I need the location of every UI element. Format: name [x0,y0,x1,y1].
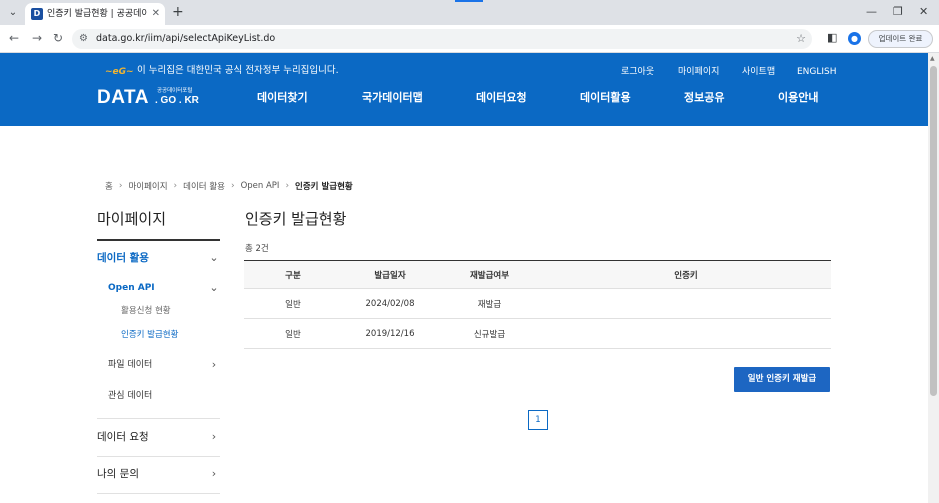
site-logo-domain: . GO . KR [155,95,199,106]
cell-type: 일반 [285,329,301,340]
gnb-data-use[interactable]: 데이터활용 [580,90,631,106]
column-header-issue-date: 발급일자 [374,270,406,281]
side-panel-icon[interactable]: ◧ [827,30,837,46]
browser-tab-bar: ⌄ D 인증키 발급현황 | 공공데이터포 ✕ + — ❐ ✕ [0,0,939,25]
sidebar-item-interest-data[interactable]: 관심 데이터 [108,389,152,403]
forward-arrow-icon[interactable]: → [32,30,42,46]
auth-key-table: 구분 발급일자 재발급여부 인증키 일반 2024/02/08 재발급 일반 2… [244,260,831,349]
total-count: 총 2건 [245,244,269,254]
site-favicon-icon: D [31,8,43,20]
reload-icon[interactable]: ↻ [53,30,63,46]
gov-notice-text: 이 누리집은 대한민국 공식 전자정부 누리집입니다. [137,65,339,76]
bookmark-star-icon[interactable]: ☆ [796,31,806,47]
gnb-info-share[interactable]: 정보공유 [684,90,724,106]
cell-auth-key[interactable] [541,289,831,318]
browser-toolbar: ← → ↻ ⚙ data.go.kr/iim/api/selectApiKeyL… [0,25,939,53]
column-header-auth-key: 인증키 [674,270,698,281]
chevron-right-icon[interactable]: › [208,431,220,443]
cell-reissue-status: 재발급 [477,299,502,310]
breadcrumb-data-use[interactable]: 데이터 활용 [183,180,225,192]
english-link[interactable]: ENGLISH [797,65,837,79]
egov-logo-icon: ~eG~ [105,67,134,77]
scrollbar-thumb[interactable] [930,66,937,396]
chevron-down-icon[interactable]: ⌄ [208,282,220,294]
gnb-data-request[interactable]: 데이터요청 [476,90,527,106]
cell-auth-key[interactable] [541,319,831,348]
site-logo-subtitle: 공공데이터포털 [157,88,193,94]
back-arrow-icon[interactable]: ← [9,30,19,46]
breadcrumb: 홈 › 마이페이지 › 데이터 활용 › Open API › 인증키 발급현황 [105,179,353,193]
page-title: 인증키 발급현황 [245,210,347,228]
table-row: 일반 2024/02/08 재발급 [244,289,831,319]
breadcrumb-mypage[interactable]: 마이페이지 [128,180,167,192]
chevron-right-icon[interactable]: › [208,359,220,371]
gnb-find-data[interactable]: 데이터찾기 [257,90,308,106]
reissue-general-key-button[interactable]: 일반 인증키 재발급 [734,367,830,392]
sidebar-item-open-api[interactable]: Open API [108,281,155,295]
window-close-icon[interactable]: ✕ [919,4,928,20]
address-bar[interactable]: ⚙ data.go.kr/iim/api/selectApiKeyList.do… [72,29,812,49]
pagination-page-1[interactable]: 1 [528,410,548,430]
tab-strip-accent [455,0,483,2]
page-scrollbar[interactable]: ▲ [928,53,939,503]
sidebar-title: 마이페이지 [97,210,167,228]
browser-tab-active[interactable]: D 인증키 발급현황 | 공공데이터포 ✕ [25,3,165,25]
chevron-right-icon: › [173,181,178,191]
sidebar-divider [97,456,220,457]
profile-avatar-icon[interactable]: ● [848,32,861,45]
cell-issue-date: 2019/12/16 [365,328,415,339]
chevron-right-icon[interactable]: › [208,468,220,480]
site-logo[interactable]: DATA [97,87,149,109]
sitemap-link[interactable]: 사이트맵 [742,65,775,79]
cell-type: 일반 [285,299,301,310]
site-header: ~eG~ 이 누리집은 대한민국 공식 전자정부 누리집입니다. 로그아웃 마이… [0,53,928,126]
sidebar-item-file-data[interactable]: 파일 데이터 [108,358,152,372]
update-complete-button[interactable]: 업데이트 완료 [868,30,933,48]
sidebar-item-usage-applications[interactable]: 활용신청 현황 [121,304,171,318]
sidebar-title-divider [97,239,220,241]
sidebar-item-data-use[interactable]: 데이터 활용 [97,251,149,265]
column-header-type: 구분 [285,270,301,281]
sidebar-divider [97,493,220,494]
cell-issue-date: 2024/02/08 [365,298,415,309]
minimize-icon[interactable]: — [866,4,877,20]
close-icon[interactable]: ✕ [152,7,160,21]
mypage-link[interactable]: 마이페이지 [678,65,719,79]
breadcrumb-open-api[interactable]: Open API [241,181,280,191]
tab-title: 인증키 발급현황 | 공공데이터포 [47,9,147,19]
sidebar-item-data-request[interactable]: 데이터 요청 [97,430,149,444]
chevron-right-icon: › [118,181,123,191]
gnb-national-data-map[interactable]: 국가데이터맵 [362,90,423,106]
url-text[interactable]: data.go.kr/iim/api/selectApiKeyList.do [96,31,275,47]
breadcrumb-current: 인증키 발급현황 [295,182,353,192]
chevron-right-icon: › [230,181,235,191]
sidebar-item-my-inquiry[interactable]: 나의 문의 [97,467,139,481]
chevron-down-icon[interactable]: ⌄ [5,5,21,21]
chevron-right-icon: › [285,181,290,191]
restore-icon[interactable]: ❐ [893,4,903,20]
chevron-down-icon[interactable]: ⌄ [208,252,220,264]
site-info-icon[interactable]: ⚙ [79,31,88,47]
gnb-user-guide[interactable]: 이용안내 [778,90,818,106]
sidebar-divider [97,418,220,419]
breadcrumb-home[interactable]: 홈 [105,180,113,192]
cell-reissue-status: 신규발급 [473,329,506,340]
column-header-reissue-status: 재발급여부 [469,270,510,281]
logout-link[interactable]: 로그아웃 [621,65,654,79]
table-header-row: 구분 발급일자 재발급여부 인증키 [244,261,831,289]
table-row: 일반 2019/12/16 신규발급 [244,319,831,349]
sidebar-item-auth-key-status[interactable]: 인증키 발급현황 [121,328,178,342]
new-tab-button[interactable]: + [172,4,184,20]
scroll-up-icon[interactable]: ▲ [930,55,935,63]
